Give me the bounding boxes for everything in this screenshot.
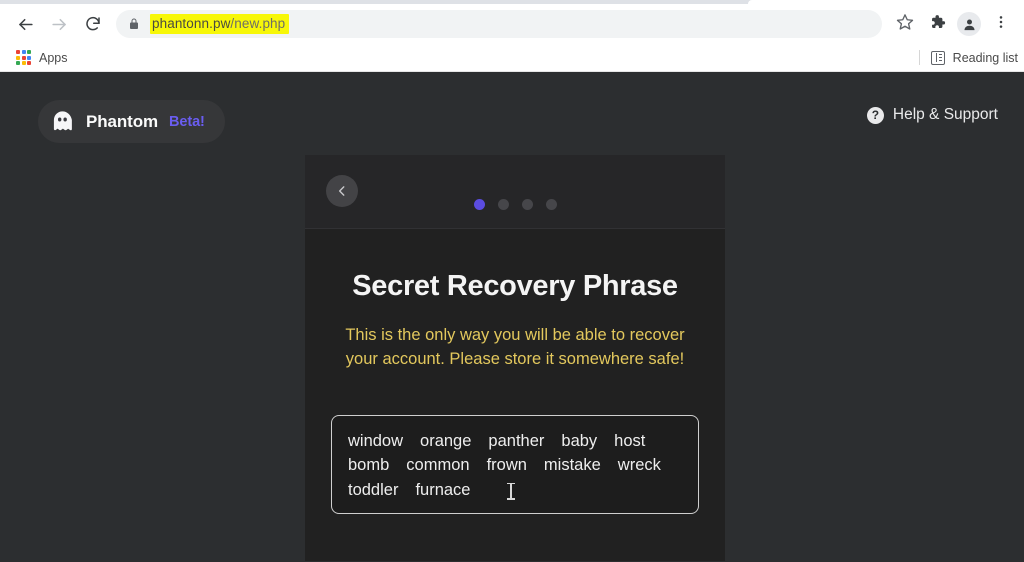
phantom-brand-badge: Phantom Beta!	[38, 100, 225, 143]
bookmark-apps-label: Apps	[39, 50, 68, 65]
chrome-menu-button[interactable]	[986, 9, 1016, 39]
browser-chrome: phantonn.pw/new.php Apps Reading list	[0, 0, 1024, 72]
url-text: phantonn.pw/new.php	[150, 14, 290, 34]
three-dots-vertical-icon	[993, 14, 1009, 35]
recovery-word: baby	[561, 431, 598, 450]
forward-button[interactable]	[42, 7, 76, 41]
reading-list-label: Reading list	[952, 50, 1018, 65]
bookmarks-bar: Apps Reading list	[0, 44, 1024, 72]
brand-beta-tag: Beta!	[169, 113, 205, 130]
help-support-link[interactable]: ? Help & Support	[866, 106, 998, 124]
recovery-word: bomb	[348, 456, 390, 475]
recovery-word: host	[614, 431, 646, 450]
recovery-word: orange	[420, 431, 472, 450]
step-dot-1[interactable]	[473, 199, 485, 210]
reading-list-button[interactable]: Reading list	[918, 44, 1018, 71]
url-path: /new.php	[230, 16, 286, 31]
profile-button[interactable]	[954, 9, 984, 39]
recovery-word: wreck	[617, 456, 661, 475]
warning-text: This is the only way you will be able to…	[345, 326, 685, 369]
toolbar-divider	[918, 50, 920, 65]
arrow-right-icon	[50, 15, 69, 34]
card-header	[305, 155, 725, 229]
step-dot-3[interactable]	[521, 199, 533, 210]
card-body: Secret Recovery Phrase This is the only …	[305, 270, 725, 515]
url-host: phantonn.pw	[152, 16, 231, 31]
puzzle-piece-icon	[928, 13, 946, 36]
arrow-left-icon	[16, 15, 35, 34]
page-title: Secret Recovery Phrase	[352, 270, 678, 302]
recovery-word: window	[348, 431, 404, 450]
star-icon	[896, 13, 914, 36]
browser-toolbar: phantonn.pw/new.php	[0, 4, 1024, 44]
back-button[interactable]	[8, 7, 42, 41]
reload-icon	[84, 15, 102, 33]
step-dot-2[interactable]	[497, 199, 509, 210]
step-dot-4[interactable]	[545, 199, 557, 210]
recovery-phrase-box[interactable]: window orange panther baby host bomb common fro…	[331, 414, 699, 515]
chevron-left-icon	[335, 184, 349, 198]
reading-list-icon	[930, 50, 945, 65]
extensions-button[interactable]	[922, 9, 952, 39]
ghost-icon	[50, 109, 75, 134]
recovery-word: furnace	[415, 480, 471, 499]
avatar	[957, 12, 981, 36]
wallet-card: Secret Recovery Phrase This is the only …	[305, 155, 725, 561]
tab-strip	[0, 0, 1024, 4]
recovery-phrase-words: window orange panther baby host bomb common fro…	[348, 430, 682, 501]
page-content: Phantom Beta! ? Help & Support Secret Re…	[0, 72, 1024, 561]
browser-tab[interactable]	[748, 0, 1024, 4]
lock-icon	[128, 17, 140, 31]
question-mark-icon: ?	[866, 106, 884, 124]
apps-grid-icon	[16, 50, 31, 65]
text-cursor	[507, 482, 514, 500]
bookmark-star-button[interactable]	[890, 9, 920, 39]
bookmark-apps[interactable]: Apps	[10, 48, 74, 67]
recovery-word: frown	[486, 456, 527, 475]
help-support-label: Help & Support	[892, 106, 998, 123]
address-bar[interactable]: phantonn.pw/new.php	[116, 10, 882, 38]
toolbar-icon-group	[890, 9, 1016, 39]
reload-button[interactable]	[76, 7, 110, 41]
brand-name: Phantom	[86, 111, 159, 131]
step-indicator	[305, 199, 725, 210]
recovery-word: common	[406, 456, 470, 475]
recovery-word: toddler	[348, 480, 399, 499]
recovery-word: panther	[488, 431, 545, 450]
recovery-word: mistake	[543, 456, 601, 475]
